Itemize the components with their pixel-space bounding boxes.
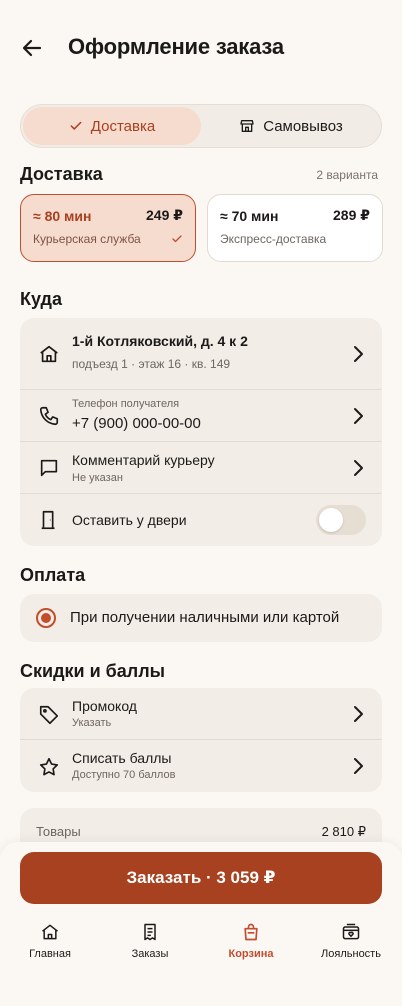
tab-label: Корзина [228,948,274,960]
delivery-name: Курьерская служба [33,232,141,246]
tab-label: Лояльность [321,948,381,960]
phone-label: Телефон получателя [72,398,180,410]
comment-row[interactable]: Комментарий курьеру Не указан [20,442,382,493]
phone-row[interactable]: Телефон получателя +7 (900) 000-00-00 [20,390,382,442]
delivery-price: 249 ₽ [146,207,183,223]
promo-code-title: Промокод [72,698,137,714]
tag-icon [39,705,59,725]
chevron-right-icon [354,758,363,774]
radio-selected-icon[interactable] [36,608,56,628]
discounts-group: Промокод Указать Списать баллы Доступно … [20,688,382,792]
door-icon [41,510,55,530]
delivery-option-express[interactable]: ≈ 70 мин 289 ₽ Экспресс-доставка [207,194,383,262]
tab-home[interactable]: Главная [0,922,100,960]
arrow-left-icon [22,39,42,57]
discounts-section-title: Скидки и баллы [20,661,166,681]
address-row[interactable]: 1-й Котляковский, д. 4 к 2 подъезд 1 · э… [20,318,382,389]
tab-delivery-label: Доставка [90,117,156,135]
place-order-button[interactable]: Заказать · 3 059 ₽ [20,852,382,904]
where-section-title: Куда [20,289,62,309]
delivery-section-title: Доставка [20,164,103,184]
payment-section-title: Оплата [20,565,86,585]
goods-label: Товары [36,824,81,839]
chevron-right-icon [354,346,363,362]
home-icon [42,924,58,940]
tab-orders[interactable]: Заказы [100,922,200,960]
home-icon [40,345,58,363]
check-icon [172,235,182,243]
comment-title: Комментарий курьеру [72,452,215,468]
use-points-title: Списать баллы [72,750,172,766]
goods-value: 2 810 ₽ [321,824,366,839]
chevron-right-icon [354,408,363,424]
bottom-panel: Заказать · 3 059 ₽ Главная Заказы Корзин… [0,842,402,1006]
delivery-time: ≈ 70 мин [220,207,279,224]
chevron-right-icon [354,706,363,722]
delivery-options-count: 2 варианта [316,168,378,182]
tab-loyalty[interactable]: Лояльность [301,922,401,960]
tab-pickup[interactable]: Самовывоз [203,107,379,145]
toggle-knob [319,508,343,532]
tab-label: Главная [29,948,71,960]
address-details: подъезд 1 · этаж 16 · кв. 149 [72,357,231,371]
delivery-price: 289 ₽ [333,207,370,223]
delivery-name: Экспресс-доставка [220,232,327,246]
chevron-right-icon [354,460,363,476]
bag-icon [244,923,258,941]
store-icon [240,120,254,132]
tab-pickup-label: Самовывоз [263,117,343,135]
comment-value: Не указан [72,472,123,484]
delivery-option-courier[interactable]: ≈ 80 мин 249 ₽ Курьерская служба [20,194,196,262]
loyalty-icon [342,923,360,940]
page-title: Оформление заказа [68,34,284,59]
address-group: 1-й Котляковский, д. 4 к 2 подъезд 1 · э… [20,318,382,546]
delivery-time: ≈ 80 мин [33,207,92,224]
check-icon [70,121,82,130]
back-button[interactable] [20,36,44,60]
leave-at-door-toggle[interactable] [316,505,366,535]
leave-at-door-row: Оставить у двери [20,494,382,546]
star-icon [39,757,59,776]
delivery-mode-switch: Доставка Самовывоз [20,104,382,148]
chat-icon [40,459,58,477]
address-main: 1-й Котляковский, д. 4 к 2 [72,333,248,349]
leave-at-door-label: Оставить у двери [72,512,187,528]
use-points-sub: Доступно 70 баллов [72,769,176,781]
header: Оформление заказа [0,0,402,96]
tab-bar: Главная Заказы Корзина Лояльность [0,922,402,978]
tab-label: Заказы [131,948,169,960]
receipt-icon [144,923,156,941]
payment-option-label: При получении наличными или картой [70,609,340,626]
payment-option[interactable]: При получении наличными или картой [20,594,382,642]
promo-code-sub: Указать [72,717,112,729]
phone-value: +7 (900) 000-00-00 [72,415,201,432]
tab-delivery[interactable]: Доставка [23,107,201,145]
promo-code-row[interactable]: Промокод Указать [20,688,382,740]
tab-cart[interactable]: Корзина [201,922,301,960]
phone-icon [39,406,59,426]
use-points-row[interactable]: Списать баллы Доступно 70 баллов [20,740,382,792]
